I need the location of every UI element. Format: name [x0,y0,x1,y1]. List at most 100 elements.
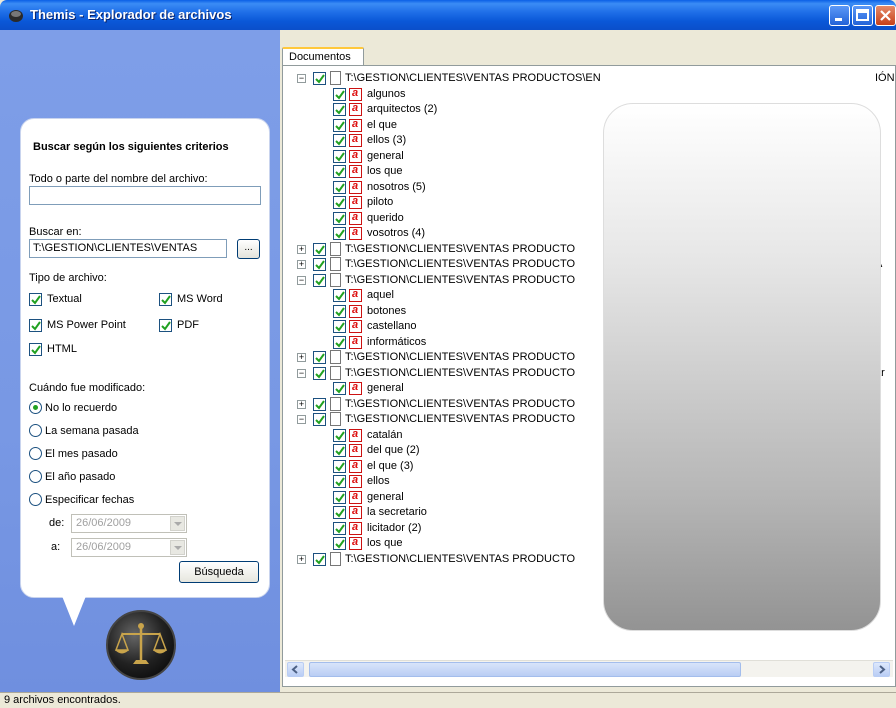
maximize-button[interactable] [852,5,873,26]
browse-button[interactable]: ... [237,239,260,259]
to-date-select[interactable]: 26/06/2009 [71,538,187,557]
keyword-checkbox[interactable] [333,118,346,132]
keyword-item[interactable]: ellos [367,474,390,489]
keyword-item[interactable]: arquitectos (2) [367,102,437,117]
keyword-item[interactable]: general [367,381,404,396]
pdf-icon [349,505,362,519]
file-checkbox[interactable] [313,258,326,271]
radio-semana-pasada[interactable] [29,424,42,437]
keyword-item[interactable]: los que [367,536,402,551]
collapse-toggle-icon[interactable]: − [297,415,306,424]
keyword-item[interactable]: el que (3) [367,459,413,474]
tab-documentos[interactable]: Documentos [282,47,364,66]
keyword-item[interactable]: piloto [367,195,393,210]
file-path[interactable]: T:\GESTION\CLIENTES\VENTAS PRODUCTO [345,397,575,412]
keyword-checkbox[interactable] [333,149,346,163]
file-path[interactable]: T:\GESTION\CLIENTES\VENTAS PRODUCTO [345,350,575,365]
file-checkbox[interactable] [313,397,326,411]
keyword-checkbox[interactable] [333,444,346,457]
keyword-checkbox[interactable] [333,335,346,349]
keyword-checkbox[interactable] [333,382,346,395]
keyword-checkbox[interactable] [333,320,346,333]
keyword-item[interactable]: botones [367,304,406,319]
keyword-checkbox[interactable] [333,459,346,473]
expand-toggle-icon[interactable]: + [297,260,306,269]
keyword-checkbox[interactable] [333,506,346,519]
file-checkbox[interactable] [313,366,326,380]
keyword-checkbox[interactable] [333,180,346,194]
keyword-checkbox[interactable] [333,227,346,240]
keyword-item[interactable]: catalán [367,428,402,443]
radio-ano-pasado[interactable] [29,470,42,483]
title-bar[interactable]: Themis - Explorador de archivos [0,0,896,30]
keyword-checkbox[interactable] [333,211,346,225]
html-checkbox[interactable] [29,343,42,356]
close-button[interactable] [875,5,896,26]
keyword-checkbox[interactable] [333,537,346,550]
collapse-toggle-icon[interactable]: − [297,74,306,83]
keyword-checkbox[interactable] [333,304,346,318]
keyword-item[interactable]: aquel [367,288,394,303]
file-path[interactable]: T:\GESTION\CLIENTES\VENTAS PRODUCTO [345,366,575,381]
name-input[interactable] [29,186,261,205]
scroll-right-button[interactable] [873,662,890,677]
keyword-item[interactable]: querido [367,211,404,226]
collapse-toggle-icon[interactable]: − [297,275,306,285]
keyword-checkbox[interactable] [333,87,346,101]
search-button[interactable]: Búsqueda [179,561,259,583]
keyword-item[interactable]: algunos [367,87,406,102]
textual-checkbox[interactable] [29,293,42,306]
expand-toggle-icon[interactable]: + [297,353,306,362]
expand-toggle-icon[interactable]: + [297,554,306,564]
file-path[interactable]: T:\GESTION\CLIENTES\VENTAS PRODUCTO [345,552,575,567]
radio-no-recuerdo[interactable] [29,401,42,414]
keyword-item[interactable]: general [367,149,404,164]
keyword-checkbox[interactable] [333,521,346,535]
powerpoint-checkbox[interactable] [29,319,42,332]
keyword-item[interactable]: los que [367,164,402,179]
file-path[interactable]: T:\GESTION\CLIENTES\VENTAS PRODUCTO [345,412,575,427]
file-checkbox[interactable] [313,552,326,566]
keyword-item[interactable]: del que (2) [367,443,420,458]
file-path[interactable]: T:\GESTION\CLIENTES\VENTAS PRODUCTOS\EN [345,71,601,86]
keyword-checkbox[interactable] [333,165,346,178]
radio-especificar-fechas[interactable] [29,493,42,506]
keyword-item[interactable]: vosotros (4) [367,226,425,241]
keyword-checkbox[interactable] [333,103,346,116]
keyword-item[interactable]: licitador (2) [367,521,421,536]
expand-toggle-icon[interactable]: + [297,399,306,409]
minimize-button[interactable] [829,5,850,26]
from-date-select[interactable]: 26/06/2009 [71,514,187,533]
keyword-item[interactable]: nosotros (5) [367,180,426,195]
file-checkbox[interactable] [313,351,326,364]
keyword-checkbox[interactable] [333,134,346,147]
file-path[interactable]: T:\GESTION\CLIENTES\VENTAS PRODUCTO [345,273,575,288]
file-path[interactable]: T:\GESTION\CLIENTES\VENTAS PRODUCTO [345,242,575,257]
keyword-checkbox[interactable] [333,475,346,488]
checkmark-icon [315,399,325,410]
keyword-checkbox[interactable] [333,490,346,504]
file-checkbox[interactable] [313,72,326,85]
file-path[interactable]: T:\GESTION\CLIENTES\VENTAS PRODUCTO [345,257,575,272]
expand-toggle-icon[interactable]: + [297,244,306,254]
file-checkbox[interactable] [313,273,326,287]
collapse-toggle-icon[interactable]: − [297,368,306,378]
scroll-thumb[interactable] [309,662,741,677]
file-checkbox[interactable] [313,413,326,426]
keyword-checkbox[interactable] [333,428,346,442]
path-input[interactable]: T:\GESTION\CLIENTES\VENTAS [29,239,227,258]
file-checkbox[interactable] [313,242,326,256]
keyword-item[interactable]: la secretario [367,505,427,520]
keyword-item[interactable]: castellano [367,319,417,334]
radio-mes-pasado[interactable] [29,447,42,460]
keyword-item[interactable]: el que [367,118,397,133]
msword-checkbox[interactable] [159,293,172,306]
keyword-checkbox[interactable] [333,196,346,209]
horizontal-scrollbar[interactable] [285,660,893,677]
keyword-checkbox[interactable] [333,289,346,302]
keyword-item[interactable]: informáticos [367,335,426,350]
scroll-left-button[interactable] [287,662,304,677]
pdf-checkbox[interactable] [159,319,172,332]
keyword-item[interactable]: general [367,490,404,505]
keyword-item[interactable]: ellos (3) [367,133,406,148]
